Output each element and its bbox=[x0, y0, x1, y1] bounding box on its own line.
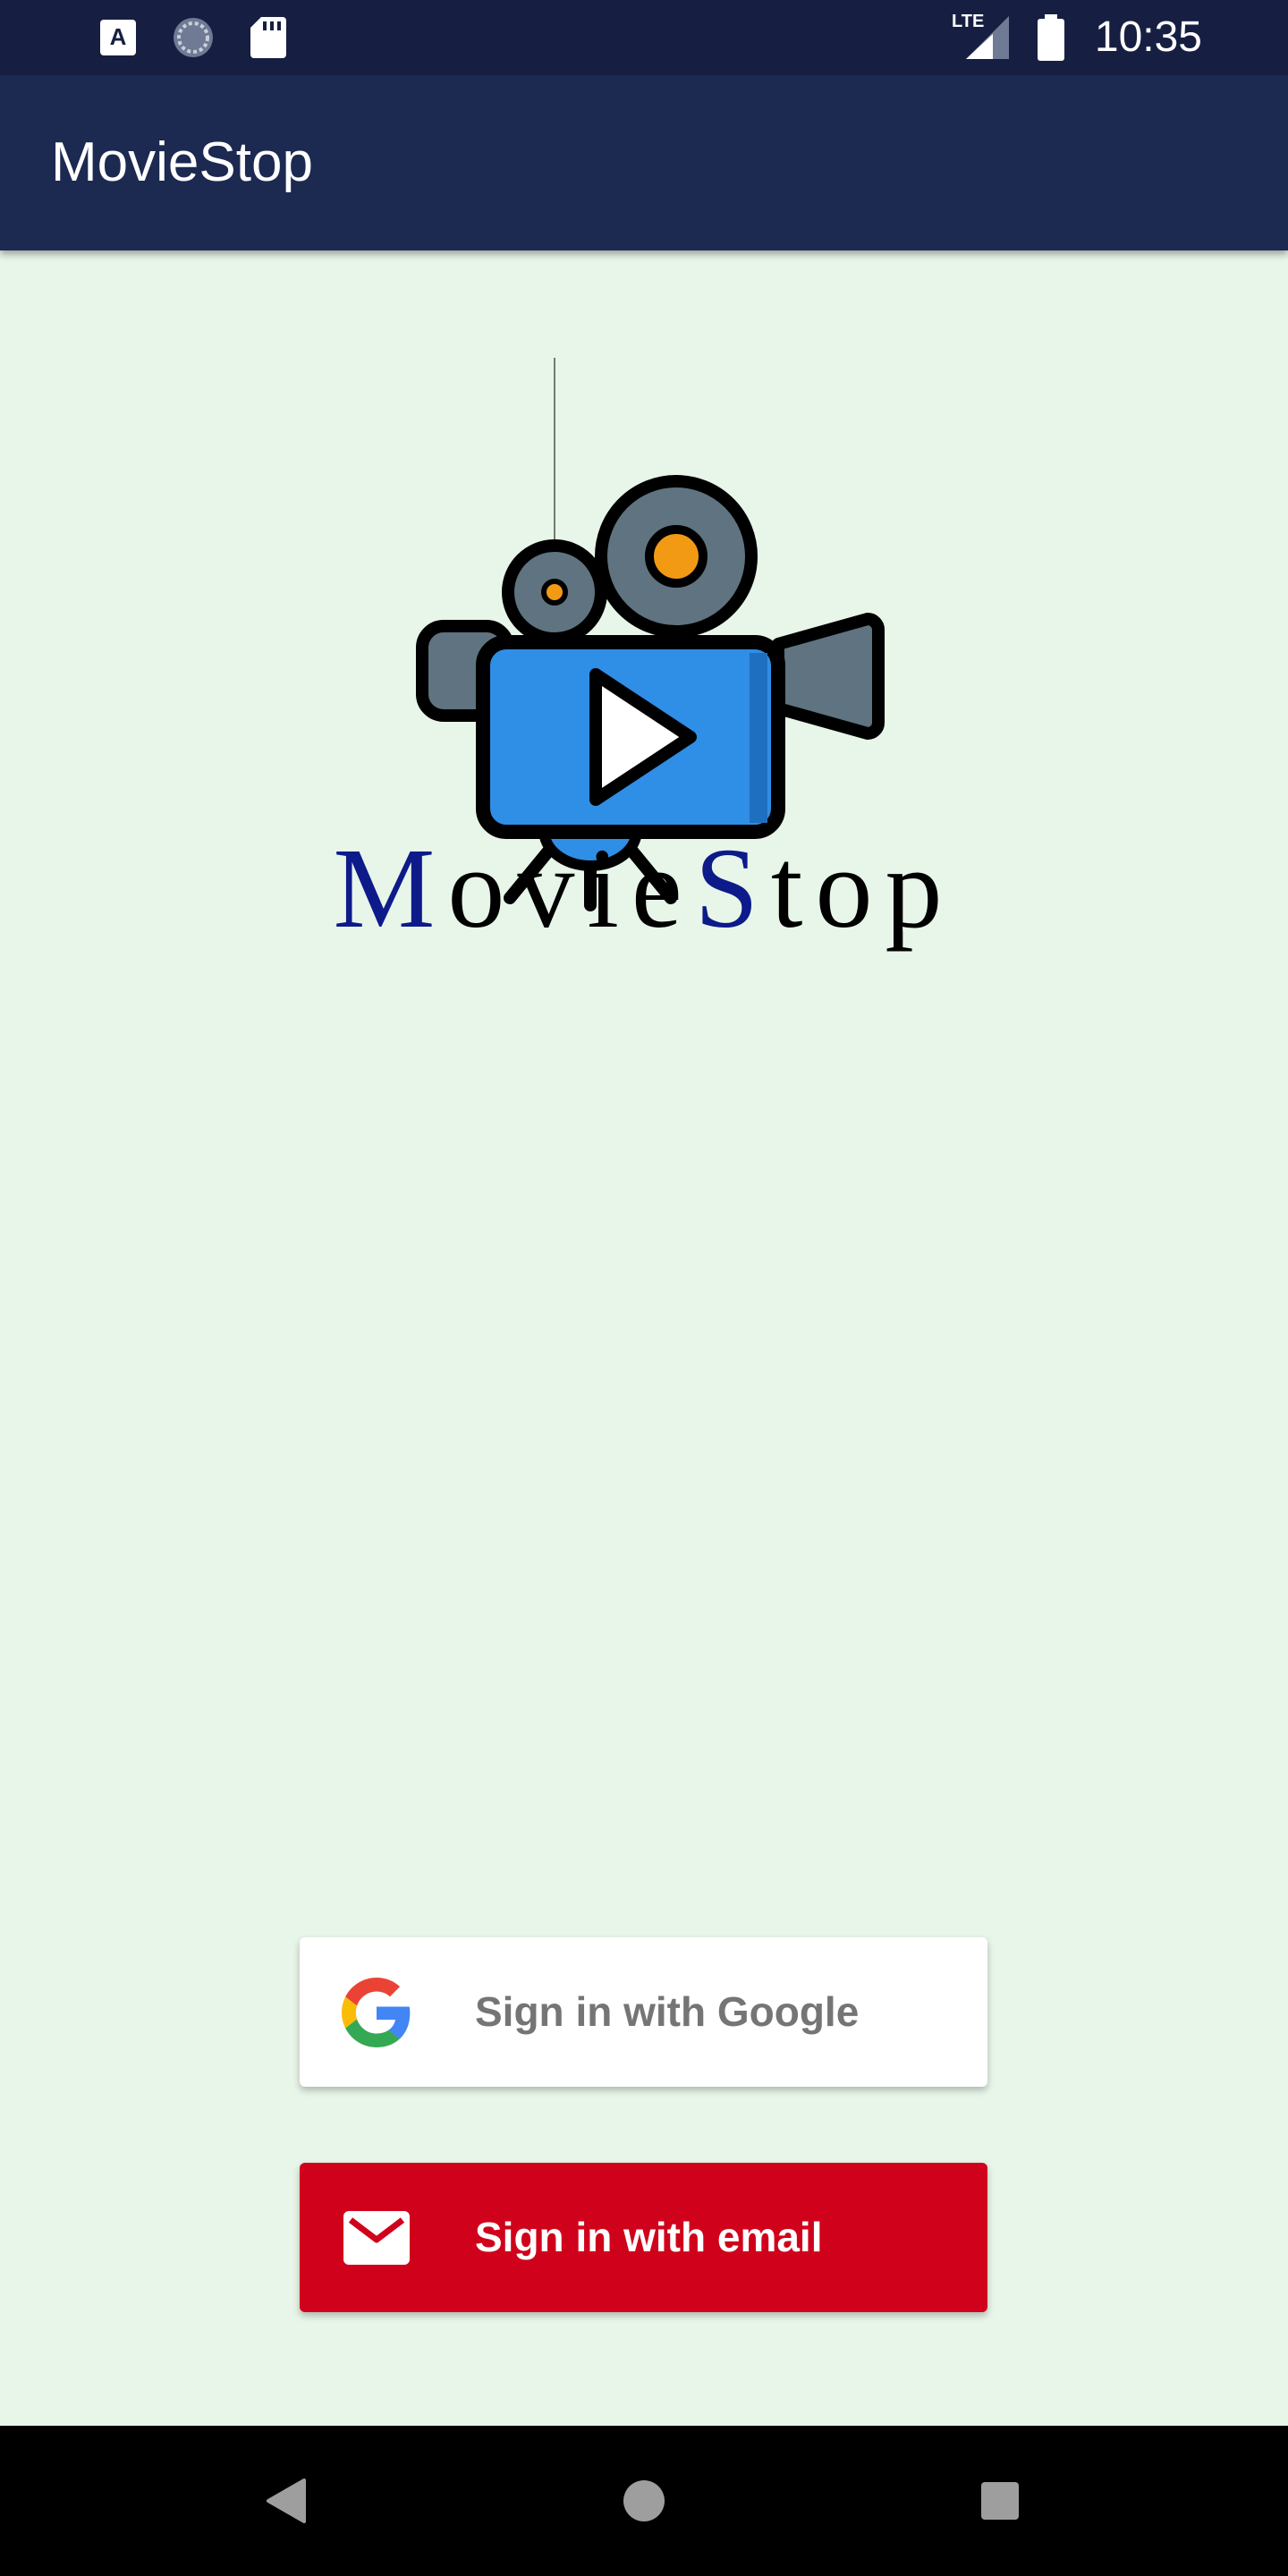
back-icon[interactable] bbox=[233, 2426, 340, 2576]
sign-in-email-button[interactable]: Sign in with email bbox=[300, 2163, 987, 2312]
sign-in-google-button[interactable]: Sign in with Google bbox=[300, 1937, 987, 2087]
sign-in-google-label: Sign in with Google bbox=[475, 1988, 860, 2035]
logo-wordmark: MovieStop bbox=[333, 825, 955, 952]
battery-icon bbox=[1036, 0, 1066, 75]
status-bar: A LTE 10:35 bbox=[0, 0, 1288, 75]
recents-icon[interactable] bbox=[946, 2426, 1054, 2576]
svg-text:A: A bbox=[110, 23, 127, 50]
lte-signal-icon: LTE bbox=[950, 0, 1013, 75]
sign-in-email-label: Sign in with email bbox=[475, 2214, 823, 2260]
main-content: MovieStop Sign in with Google Sign in wi… bbox=[0, 250, 1288, 2426]
google-icon bbox=[339, 1975, 414, 2050]
clock: 10:35 bbox=[1094, 13, 1202, 61]
mail-icon bbox=[339, 2200, 414, 2275]
sd-card-icon bbox=[250, 0, 286, 75]
font-icon: A bbox=[100, 0, 136, 75]
home-icon[interactable] bbox=[590, 2426, 698, 2576]
svg-text:LTE: LTE bbox=[952, 12, 984, 31]
sync-icon bbox=[172, 0, 215, 75]
navigation-bar bbox=[0, 2426, 1288, 2576]
app-title: MovieStop bbox=[51, 131, 313, 193]
app-bar: MovieStop bbox=[0, 75, 1288, 250]
